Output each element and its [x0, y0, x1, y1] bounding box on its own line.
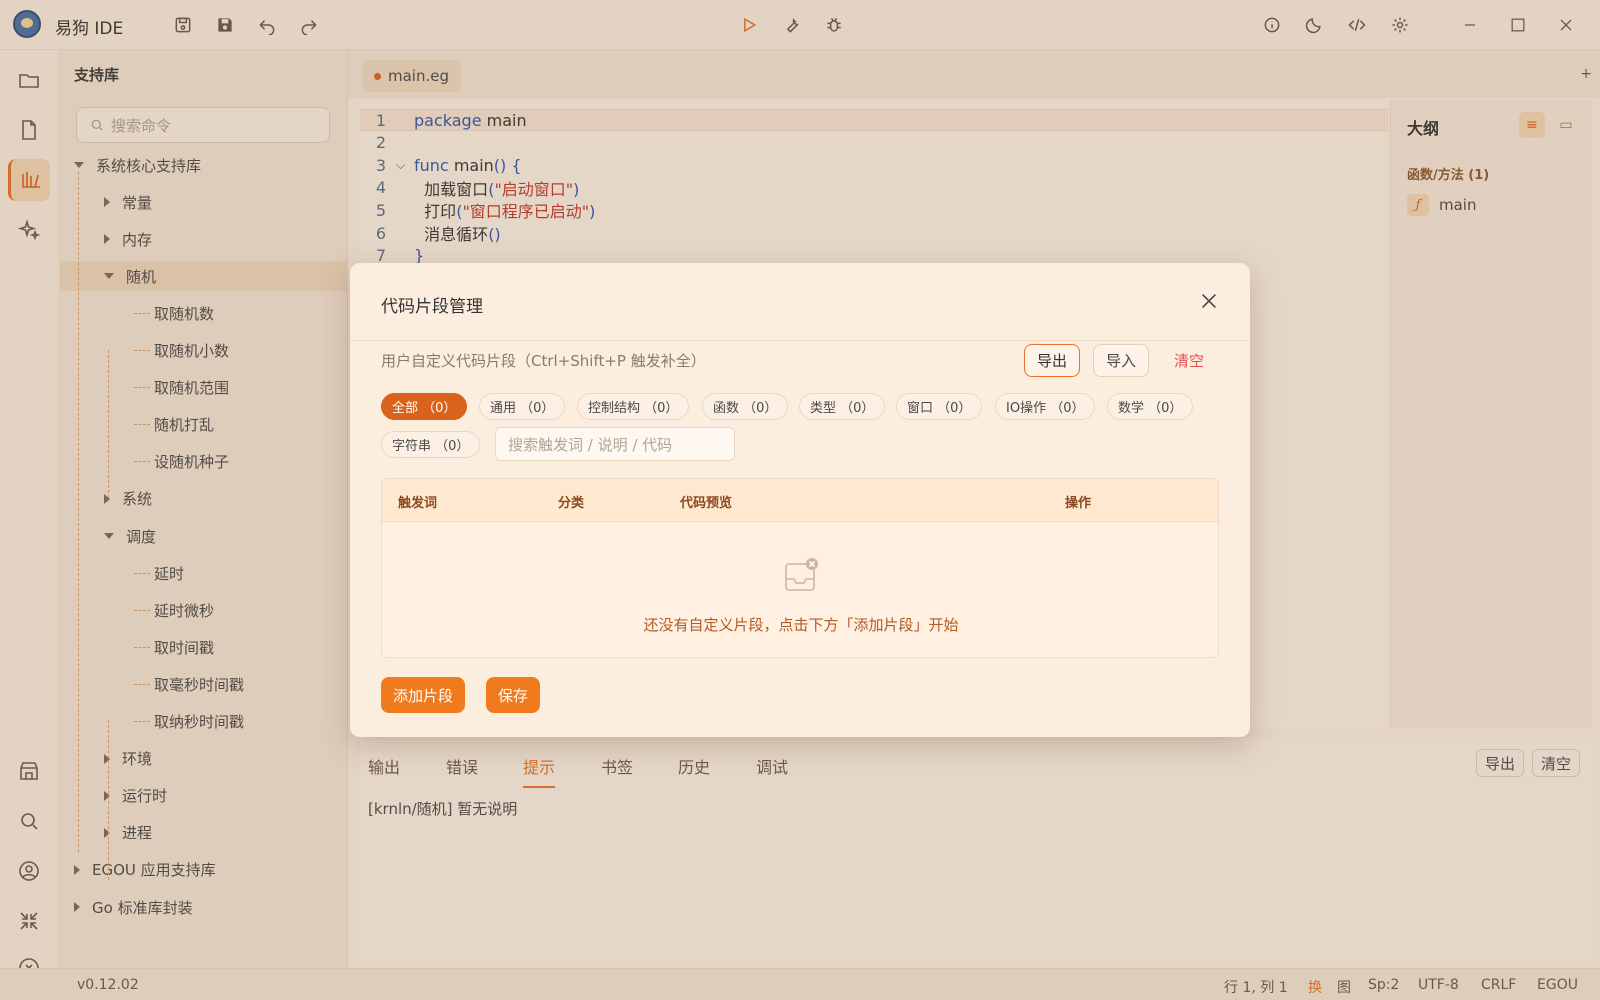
column-trigger: 触发词 [398, 496, 438, 511]
snippet-table: 触发词 分类 代码预览 操作 还没有自定义片段，点击下方「添加片段」开始 [381, 478, 1219, 658]
filter-chip[interactable]: 全部 （0） [381, 393, 468, 420]
filter-chip[interactable]: 字符串 （0） [381, 431, 481, 458]
filter-chip[interactable]: 窗口 （0） [896, 393, 983, 420]
column-code-preview: 代码预览 [680, 496, 733, 511]
column-category: 分类 [558, 496, 585, 511]
close-icon[interactable] [1198, 290, 1220, 312]
filter-chip[interactable]: 数学 （0） [1107, 393, 1194, 420]
empty-state-text: 还没有自定义片段，点击下方「添加片段」开始 [643, 616, 959, 634]
dialog-title: 代码片段管理 [381, 297, 483, 317]
column-actions: 操作 [1065, 496, 1092, 511]
empty-inbox-icon [785, 558, 818, 591]
dialog-subtitle: 用户自定义代码片段（Ctrl+Shift+P 触发补全） [381, 352, 706, 370]
filter-chip[interactable]: 通用 （0） [479, 393, 566, 420]
export-button[interactable]: 导出 [1024, 344, 1081, 377]
dialog-header: 代码片段管理 [350, 263, 1250, 341]
import-button[interactable]: 导入 [1093, 344, 1150, 377]
filter-chip[interactable]: 类型 （0） [799, 393, 886, 420]
snippet-search-placeholder: 搜索触发词 / 说明 / 代码 [508, 435, 673, 454]
snippet-search-input[interactable]: 搜索触发词 / 说明 / 代码 [495, 427, 735, 461]
add-snippet-button[interactable]: 添加片段 [381, 677, 466, 713]
table-header: 触发词 分类 代码预览 操作 [382, 479, 1218, 522]
clear-button[interactable]: 清空 [1162, 344, 1216, 377]
save-button[interactable]: 保存 [486, 677, 541, 713]
filter-chip[interactable]: 函数 （0） [702, 393, 789, 420]
filter-chip[interactable]: 控制结构 （0） [577, 393, 690, 420]
filter-chip[interactable]: IO操作 （0） [995, 393, 1096, 420]
snippet-manager-dialog: 代码片段管理 用户自定义代码片段（Ctrl+Shift+P 触发补全） 导出 导… [350, 263, 1250, 737]
